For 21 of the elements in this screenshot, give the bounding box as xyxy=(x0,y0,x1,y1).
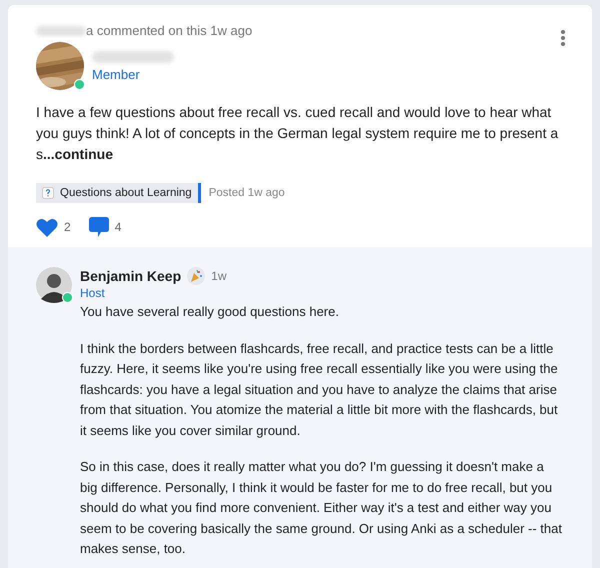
reply-paragraph: You have several really good questions here. xyxy=(80,303,340,321)
like-count: 2 xyxy=(64,220,71,234)
topic-tag[interactable]: Questions about Learning xyxy=(36,183,201,203)
activity-text: a commented on this 1w ago xyxy=(86,23,252,38)
heart-icon[interactable] xyxy=(36,218,58,236)
question-icon xyxy=(42,187,54,199)
posted-time: Posted 1w ago xyxy=(208,187,285,199)
party-popper-icon xyxy=(187,267,206,285)
post-body: I have a few questions about free recall vs. cued recall and would love to hear what you guys think! A lot of concepts in the German legal system require me to present a s...continue xyxy=(36,103,560,164)
reply-paragraph: I think the borders between flashcards, free recall, and practice tests can be a little fuzzy. Here, it seems like you're using free recall essentially like you were using the flashcards: you have a legal situation and you have to analyze the claims that arise from that situation. You atomize the material a little bit more with the flashcards, but it seems like you cover similar ground. xyxy=(80,340,559,440)
reply-time: 1w xyxy=(211,269,226,283)
author-name[interactable]: Benjamin Keep xyxy=(80,268,182,284)
reply-paragraph: So in this case, does it really matter what you do? I'm guessing it doesn't make a big difference. Personally, I think it would be faster for me to do free recall, but you should do what you find more convenient. Either way it's a test and either way you seem to be covering basically the same ground. Or using Anki as a scheduler -- that makes sense, too. xyxy=(80,458,563,558)
comment-icon[interactable] xyxy=(88,217,109,237)
continue-link[interactable]: ...continue xyxy=(43,146,113,162)
author-role: Member xyxy=(92,66,141,82)
more-options-icon[interactable] xyxy=(560,29,566,47)
blurred-name xyxy=(36,26,86,36)
comment-count: 4 xyxy=(114,220,122,234)
author-role: Host xyxy=(80,286,106,300)
avatar xyxy=(36,267,72,303)
